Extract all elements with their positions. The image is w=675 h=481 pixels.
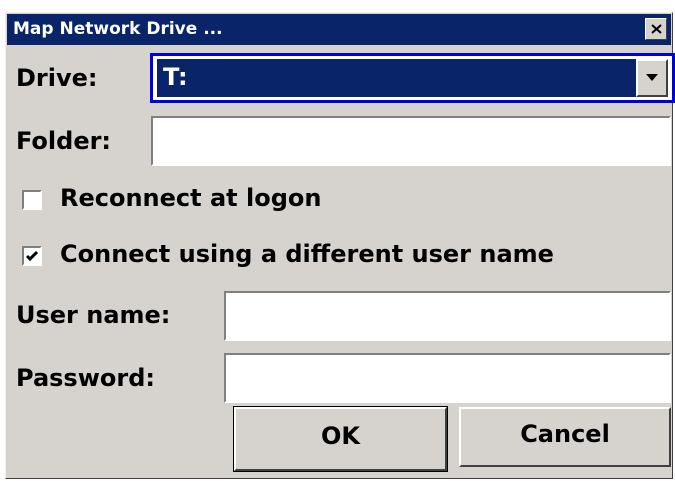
username-label: User name: bbox=[16, 301, 171, 329]
drive-dropdown-button[interactable] bbox=[636, 59, 668, 97]
password-label: Password: bbox=[16, 364, 155, 392]
cancel-button[interactable]: Cancel bbox=[459, 407, 671, 467]
folder-input[interactable] bbox=[151, 116, 671, 166]
chevron-down-icon bbox=[646, 74, 658, 81]
checkmark-icon bbox=[25, 250, 39, 262]
password-input[interactable] bbox=[224, 353, 671, 403]
reconnect-label[interactable]: Reconnect at logon bbox=[60, 183, 321, 213]
drive-select-value: T: bbox=[163, 63, 188, 91]
drive-select-field[interactable]: T: bbox=[157, 59, 668, 97]
close-x-icon bbox=[651, 24, 662, 34]
different-user-label[interactable]: Connect using a different user name bbox=[60, 239, 554, 269]
map-network-drive-dialog: Map Network Drive ... Drive: T: Folder: … bbox=[5, 12, 675, 479]
cancel-button-label: Cancel bbox=[520, 420, 610, 448]
username-input[interactable] bbox=[224, 291, 671, 341]
folder-label: Folder: bbox=[16, 127, 112, 155]
reconnect-checkbox[interactable] bbox=[22, 190, 42, 210]
close-button[interactable] bbox=[645, 18, 667, 40]
drive-label: Drive: bbox=[16, 64, 98, 92]
dialog-title: Map Network Drive ... bbox=[13, 19, 223, 39]
drive-select[interactable]: T: bbox=[150, 53, 675, 103]
ok-button-label: OK bbox=[321, 422, 360, 450]
different-user-checkbox[interactable] bbox=[22, 246, 42, 266]
title-bar[interactable]: Map Network Drive ... bbox=[7, 14, 671, 45]
ok-button[interactable]: OK bbox=[233, 406, 448, 472]
